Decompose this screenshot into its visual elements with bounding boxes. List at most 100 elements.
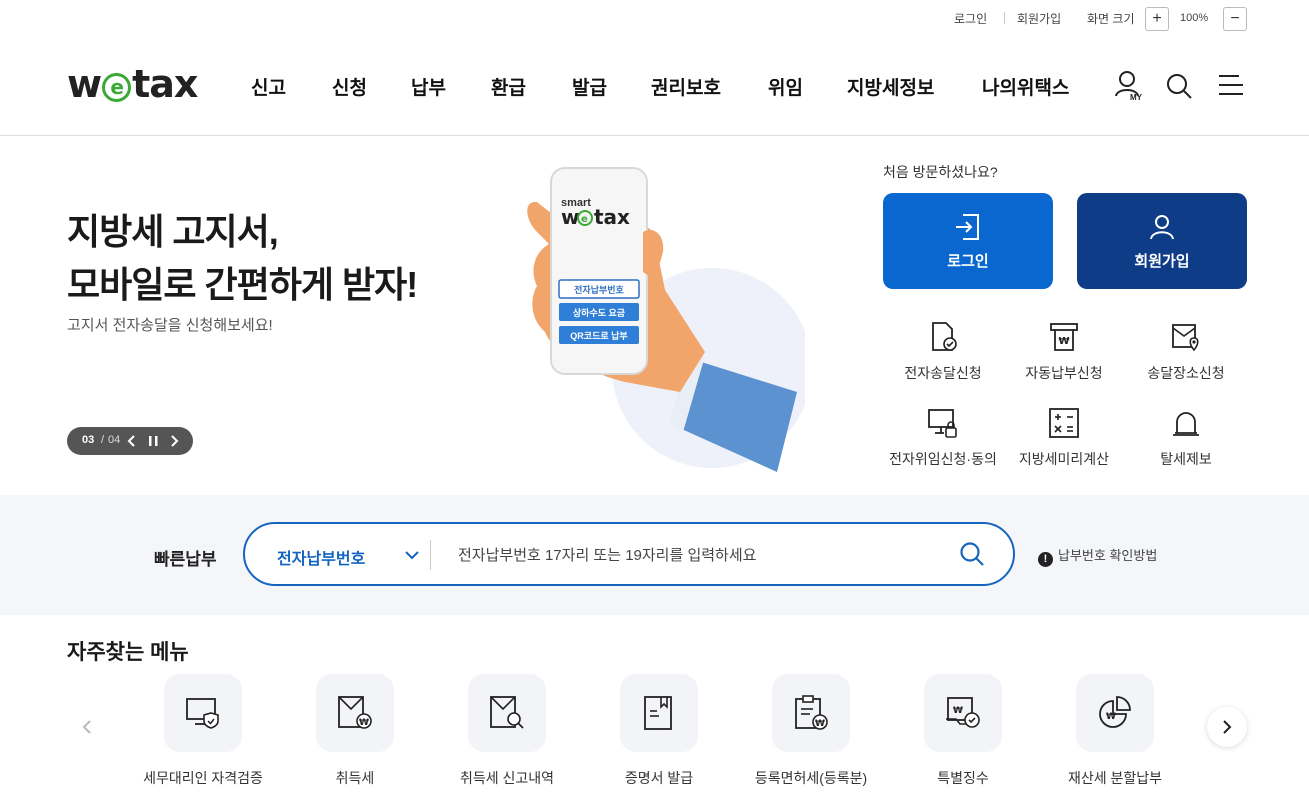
zoom-value: 100% (1180, 12, 1209, 24)
signup-button[interactable]: 회원가입 (1077, 193, 1247, 289)
freq-icon-box: ₩ (924, 674, 1002, 752)
auto-pay-icon: ₩ (1050, 323, 1078, 351)
utility-bar: 로그인 회원가입 화면 크기 + 100% − (0, 0, 1309, 38)
service-label: 지방세미리계산 (1018, 451, 1110, 467)
freq-icon-box: ₩ (1076, 674, 1154, 752)
svg-text:₩: ₩ (815, 719, 825, 729)
my-label: MY (1130, 93, 1143, 101)
monitor-lock-icon (928, 409, 957, 438)
svg-text:₩: ₩ (359, 718, 369, 728)
prev-arrow-button[interactable] (67, 707, 107, 747)
service-label: 자동납부신청 (1025, 365, 1103, 381)
pause-icon[interactable] (145, 431, 161, 451)
help-label: 납부번호 확인방법 (1058, 548, 1158, 563)
pie-chart-icon: ₩ (1099, 696, 1131, 728)
freq-item-label: 재산세 분할납부 (1067, 770, 1163, 786)
service-delivery-place[interactable]: 송달장소신청 (1126, 320, 1246, 383)
search-icon[interactable] (958, 540, 988, 570)
zoom-label: 화면 크기 (1087, 12, 1135, 26)
envelope-location-icon (1172, 324, 1199, 352)
next-arrow-button[interactable] (1207, 707, 1247, 747)
service-e-delivery[interactable]: 전자송달신청 (883, 320, 1003, 383)
menu-icon[interactable] (1217, 69, 1247, 101)
info-icon: ! (1038, 552, 1053, 567)
service-tax-calculator[interactable]: 지방세미리계산 (1004, 406, 1124, 469)
util-login-link[interactable]: 로그인 (954, 10, 987, 27)
service-auto-pay[interactable]: ₩ 자동납부신청 (1004, 320, 1124, 383)
chevron-down-icon[interactable] (403, 546, 421, 564)
envelope-search-icon (490, 696, 524, 729)
phone-btn-qr-pay: QR코드로 납부 (570, 330, 627, 341)
zoom-in-button[interactable]: + (1145, 7, 1169, 31)
nav-payment[interactable]: 납부 (411, 73, 446, 100)
quick-payment-label: 빠른납부 (154, 550, 217, 569)
clipboard-won-icon: ₩ (795, 695, 828, 730)
payment-number-input[interactable] (458, 542, 938, 568)
payment-type-select[interactable]: 전자납부번호 (277, 545, 365, 569)
phone-brand-w: w (561, 205, 579, 229)
document-check-icon (932, 322, 957, 351)
document-won-check-icon: ₩ (946, 697, 980, 728)
util-signup-link[interactable]: 회원가입 (1017, 10, 1061, 27)
service-label: 탈세제보 (1160, 451, 1212, 467)
svg-text:₩: ₩ (1058, 336, 1069, 347)
svg-text:₩: ₩ (1106, 712, 1116, 722)
freq-icon-box (164, 674, 242, 752)
monitor-shield-icon (186, 698, 219, 729)
wetax-logo[interactable]: w e tax (67, 62, 198, 106)
service-e-delegation[interactable]: 전자위임신청·동의 (883, 406, 1003, 469)
service-label: 전자위임신청·동의 (889, 451, 997, 467)
service-tax-evasion-report[interactable]: 탈세제보 (1126, 406, 1246, 469)
freq-icon-box (620, 674, 698, 752)
next-slide-icon[interactable] (166, 431, 182, 451)
nav-report[interactable]: 신고 (251, 73, 286, 100)
divider (1004, 12, 1005, 24)
siren-icon (1173, 412, 1199, 436)
slide-total: 04 (108, 434, 121, 446)
svg-text:₩: ₩ (953, 706, 963, 716)
person-icon (1150, 215, 1174, 240)
zoom-out-button[interactable]: − (1223, 7, 1247, 31)
nav-apply[interactable]: 신청 (332, 73, 367, 100)
hero-title-line-2: 모바일로 간편하게 받자! (67, 264, 418, 305)
search-icon[interactable] (1164, 69, 1194, 101)
logo-tax: tax (132, 62, 198, 106)
prev-slide-icon[interactable] (124, 431, 140, 451)
nav-issue[interactable]: 발급 (572, 73, 607, 100)
divider (430, 540, 431, 570)
hero-title: 지방세 고지서, 모바일로 간편하게 받자! (67, 205, 418, 311)
service-label: 전자송달신청 (904, 365, 982, 381)
payment-number-help-link[interactable]: ! 납부번호 확인방법 (1038, 545, 1157, 567)
nav-local-tax-info[interactable]: 지방세정보 (847, 73, 934, 100)
login-button[interactable]: 로그인 (883, 193, 1053, 289)
phone-btn-epay-number: 전자납부번호 (574, 284, 624, 295)
nav-refund[interactable]: 환급 (491, 73, 526, 100)
phone-brand-e: e (581, 214, 588, 225)
hero-title-line-1: 지방세 고지서, (67, 211, 279, 252)
first-visit-question: 처음 방문하셨나요? (883, 164, 998, 180)
service-label: 송달장소신청 (1147, 365, 1225, 381)
freq-item-property-tax-installment[interactable]: ₩ 재산세 분할납부 (1025, 674, 1205, 788)
freq-icon-box (468, 674, 546, 752)
signup-button-label: 회원가입 (1134, 253, 1190, 270)
envelope-won-icon: ₩ (338, 696, 372, 729)
chevron-left-icon (82, 720, 91, 734)
nav-rights[interactable]: 권리보호 (651, 73, 721, 100)
chevron-right-icon (1223, 720, 1232, 734)
calculator-icon (1049, 408, 1079, 438)
quick-payment-section: 빠른납부 전자납부번호 ! 납부번호 확인방법 (0, 495, 1309, 615)
phone-brand-tax: tax (594, 205, 630, 229)
freq-icon-box: ₩ (772, 674, 850, 752)
nav-delegate[interactable]: 위임 (768, 73, 803, 100)
certificate-icon (644, 696, 672, 730)
hand-phone-illustration: smart w e tax 전자납부번호 상하수도 요금 QR코드로 납부 (527, 167, 805, 472)
hero-subtitle: 고지서 전자송달을 신청해보세요! (67, 317, 273, 334)
site-header: w e tax 신고 신청 납부 환급 발급 권리보호 위임 지방세정보 나의위택스… (0, 38, 1309, 136)
quick-payment-box: 전자납부번호 (243, 522, 1015, 586)
phone-btn-water-fee: 상하수도 요금 (573, 307, 626, 318)
login-icon (956, 214, 979, 240)
my-user-icon[interactable]: MY (1114, 69, 1144, 102)
login-button-label: 로그인 (947, 253, 989, 270)
nav-my-wetax[interactable]: 나의위택스 (982, 73, 1069, 100)
frequent-menu-title: 자주찾는 메뉴 (67, 641, 189, 664)
